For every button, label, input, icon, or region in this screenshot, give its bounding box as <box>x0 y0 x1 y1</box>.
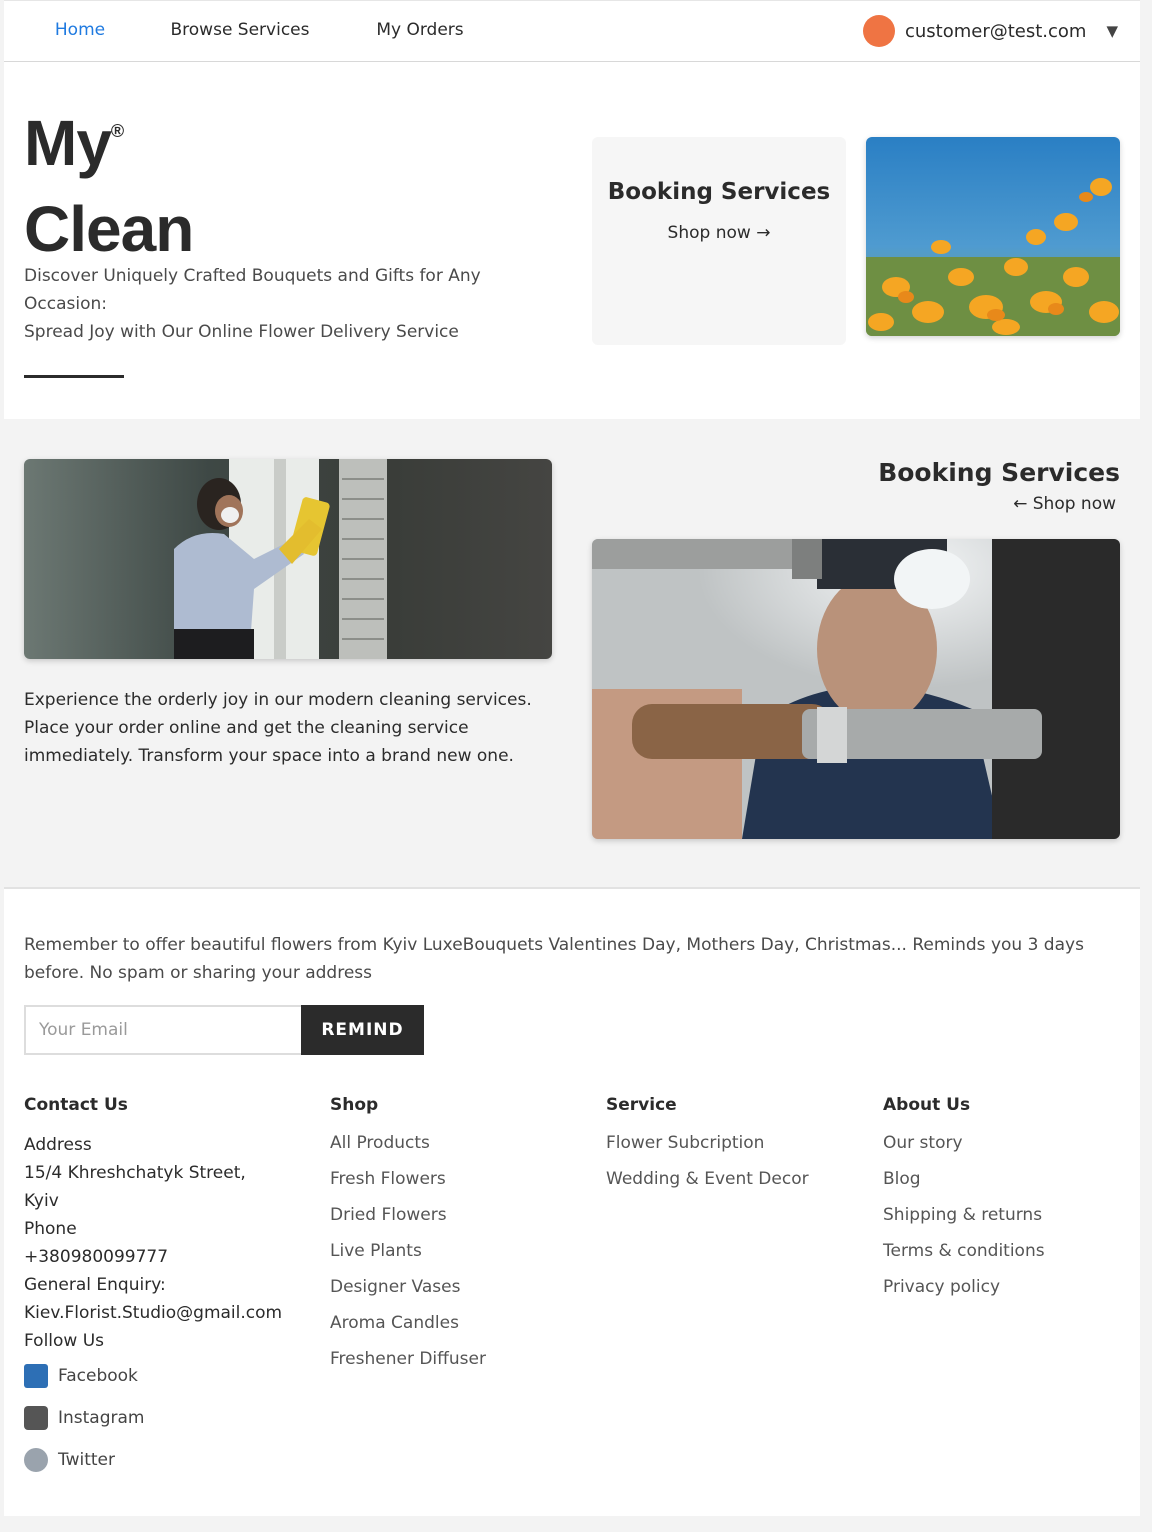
hero-section: My® Clean Discover Uniquely Crafted Bouq… <box>4 62 1140 419</box>
follow-label: Follow Us <box>24 1331 105 1351</box>
phone-label: Phone <box>24 1219 77 1239</box>
phone-number[interactable]: +380980099777 <box>24 1243 282 1271</box>
tagline-line1: Discover Uniquely Crafted Bouquets and G… <box>24 266 481 314</box>
instagram-label: Instagram <box>58 1408 145 1428</box>
nav-my-orders[interactable]: My Orders <box>370 1 470 63</box>
about-heading: About Us <box>883 1095 971 1115</box>
registered-mark: ® <box>110 121 124 141</box>
brand-line2: Clean <box>24 193 194 265</box>
about-link-terms[interactable]: Terms & conditions <box>883 1233 1045 1269</box>
social-twitter[interactable]: Twitter <box>24 1439 282 1481</box>
address-line2: Kyiv <box>24 1191 59 1211</box>
user-menu[interactable]: customer@test.com ▼ <box>862 15 1118 47</box>
contact-column: Contact Us Address 15/4 Khreshchatyk Str… <box>24 1095 282 1481</box>
tagline-line2: Spread Joy with Our Online Flower Delive… <box>24 322 459 342</box>
bird-icon <box>24 1448 48 1472</box>
brand-line1: My <box>24 107 112 179</box>
caret-down-icon[interactable]: ▼ <box>1106 22 1118 40</box>
about-column: About Us Our story Blog Shipping & retur… <box>883 1095 1045 1305</box>
service-column: Service Flower Subcription Wedding & Eve… <box>606 1095 809 1197</box>
shop-link-freshener-diffuser[interactable]: Freshener Diffuser <box>330 1341 486 1377</box>
book-icon <box>24 1364 48 1388</box>
shop-link-all-products[interactable]: All Products <box>330 1125 486 1161</box>
avatar <box>862 15 895 47</box>
top-nav: Home Browse Services My Orders customer@… <box>4 0 1140 67</box>
service-heading: Service <box>606 1095 677 1115</box>
shop-link-live-plants[interactable]: Live Plants <box>330 1233 486 1269</box>
service-link-wedding-decor[interactable]: Wedding & Event Decor <box>606 1161 809 1197</box>
about-link-privacy[interactable]: Privacy policy <box>883 1269 1045 1305</box>
shop-link-fresh-flowers[interactable]: Fresh Flowers <box>330 1161 486 1197</box>
nav-home[interactable]: Home <box>24 1 136 67</box>
divider <box>24 375 124 378</box>
reminder-text: Remember to offer beautiful flowers from… <box>24 935 1084 983</box>
about-link-shipping[interactable]: Shipping & returns <box>883 1197 1045 1233</box>
social-instagram[interactable]: Instagram <box>24 1397 282 1439</box>
cleaning-description: Experience the orderly joy in our modern… <box>24 690 532 766</box>
address-line1: 15/4 Khreshchatyk Street, <box>24 1163 246 1183</box>
section-title: Booking Services <box>878 458 1120 487</box>
user-email: customer@test.com <box>904 20 1087 42</box>
facebook-label: Facebook <box>58 1366 138 1386</box>
hero-tagline: Discover Uniquely Crafted Bouquets and G… <box>24 262 544 346</box>
camera-icon <box>24 1406 48 1430</box>
contact-heading: Contact Us <box>24 1095 128 1115</box>
footer: Remember to offer beautiful flowers from… <box>4 887 1140 1516</box>
shop-link-dried-flowers[interactable]: Dried Flowers <box>330 1197 486 1233</box>
flowers-image <box>866 137 1120 336</box>
cleaning-image <box>24 459 552 659</box>
twitter-label: Twitter <box>58 1450 115 1470</box>
nav-browse-services[interactable]: Browse Services <box>164 1 316 63</box>
address-label: Address <box>24 1135 92 1155</box>
enquiry-label: General Enquiry: <box>24 1275 166 1295</box>
email-input[interactable] <box>24 1005 302 1055</box>
brand-logo: My® Clean <box>24 107 194 265</box>
shop-now-link[interactable]: Shop now → <box>592 223 846 243</box>
about-link-our-story[interactable]: Our story <box>883 1125 1045 1161</box>
booking-card[interactable]: Booking Services Shop now → <box>592 137 846 345</box>
contact-email[interactable]: Kiev.Florist.Studio@gmail.com <box>24 1299 282 1327</box>
shop-column: Shop All Products Fresh Flowers Dried Fl… <box>330 1095 486 1377</box>
technician-image <box>592 539 1120 839</box>
shop-heading: Shop <box>330 1095 379 1115</box>
service-link-subscription[interactable]: Flower Subcription <box>606 1125 809 1161</box>
shop-link-designer-vases[interactable]: Designer Vases <box>330 1269 486 1305</box>
remind-button[interactable]: REMIND <box>301 1005 424 1055</box>
social-facebook[interactable]: Facebook <box>24 1355 282 1397</box>
booking-card-title: Booking Services <box>607 179 831 205</box>
shop-link-aroma-candles[interactable]: Aroma Candles <box>330 1305 486 1341</box>
about-link-blog[interactable]: Blog <box>883 1161 1045 1197</box>
shop-now-back-link[interactable]: ← Shop now <box>1013 494 1116 514</box>
